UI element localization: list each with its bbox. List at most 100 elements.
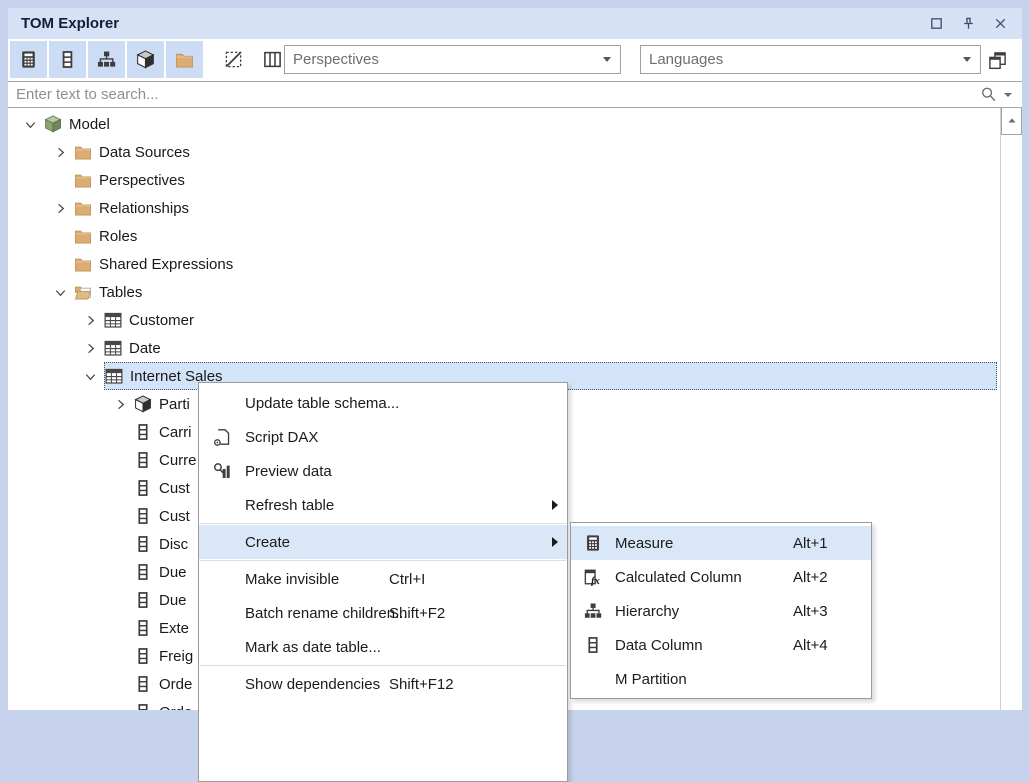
expand-collapse-all-button[interactable]	[984, 47, 1010, 73]
menu-item-show-dependencies[interactable]: Show dependencies Shift+F12	[199, 667, 567, 701]
calculated-column-icon	[584, 568, 602, 586]
folder-icon	[74, 199, 92, 217]
title-bar: TOM Explorer	[8, 8, 1022, 39]
toggle-hidden-objects-button[interactable]	[215, 41, 252, 78]
search-bar	[8, 81, 1022, 108]
table-icon	[104, 339, 122, 357]
shortcut-label: Ctrl+I	[389, 562, 425, 596]
menu-separator	[200, 560, 566, 561]
tree-item-date[interactable]: Date	[8, 334, 1000, 362]
perspectives-dropdown[interactable]: Perspectives	[284, 45, 621, 74]
tree-item-data-sources[interactable]: Data Sources	[8, 138, 1000, 166]
data-column-icon	[134, 647, 152, 665]
data-column-icon	[134, 479, 152, 497]
toggle-columns-button[interactable]	[49, 41, 86, 78]
measure-icon	[19, 50, 38, 69]
data-column-icon	[134, 563, 152, 581]
partition-icon	[136, 50, 155, 69]
chevron-down-icon	[603, 57, 611, 62]
toggle-folders-button[interactable]	[166, 41, 203, 78]
chevron-down-icon[interactable]	[76, 369, 104, 384]
search-input[interactable]	[8, 86, 980, 103]
tree-item-relationships[interactable]: Relationships	[8, 194, 1000, 222]
chevron-down-icon[interactable]	[16, 117, 44, 132]
submenu-item-measure[interactable]: Measure Alt+1	[571, 526, 871, 560]
menu-item-create[interactable]: Create	[199, 525, 567, 559]
submenu-item-m-partition[interactable]: M Partition	[571, 662, 871, 696]
data-column-icon	[134, 591, 152, 609]
menu-item-make-invisible[interactable]: Make invisible Ctrl+I	[199, 562, 567, 596]
chevron-right-icon[interactable]	[76, 313, 104, 328]
toggle-measures-button[interactable]	[10, 41, 47, 78]
perspectives-dropdown-value: Perspectives	[285, 51, 379, 68]
menu-separator	[200, 523, 566, 524]
tree-item-shared-expressions[interactable]: Shared Expressions	[8, 250, 1000, 278]
shortcut-label: Alt+3	[793, 594, 828, 628]
chevron-right-icon[interactable]	[76, 341, 104, 356]
submenu-item-hierarchy[interactable]: Hierarchy Alt+3	[571, 594, 871, 628]
maximize-button[interactable]	[924, 12, 948, 36]
menu-item-refresh-table[interactable]: Refresh table	[199, 488, 567, 522]
vertical-scrollbar[interactable]	[1000, 108, 1022, 710]
hierarchy-icon	[97, 50, 116, 69]
context-menu: Update table schema... Script DAX Previe…	[198, 382, 568, 782]
diagonal-square-icon	[224, 50, 243, 69]
submenu-item-data-column[interactable]: Data Column Alt+4	[571, 628, 871, 662]
panel-title: TOM Explorer	[8, 15, 119, 32]
tree-item-tables[interactable]: Tables	[8, 278, 1000, 306]
tree-item-model[interactable]: Model	[8, 110, 1000, 138]
toggle-partitions-button[interactable]	[127, 41, 164, 78]
model-icon	[44, 115, 62, 133]
menu-separator	[200, 665, 566, 666]
data-column-icon	[134, 675, 152, 693]
languages-dropdown[interactable]: Languages	[640, 45, 981, 74]
partition-icon	[134, 395, 152, 413]
close-button[interactable]	[988, 12, 1012, 36]
data-column-icon	[584, 636, 602, 654]
submenu-arrow-icon	[552, 500, 558, 510]
chevron-right-icon[interactable]	[106, 397, 134, 412]
shortcut-label: Shift+F2	[389, 596, 445, 630]
chevron-down-icon[interactable]	[46, 285, 74, 300]
toggle-hierarchies-button[interactable]	[88, 41, 125, 78]
chevron-right-icon[interactable]	[46, 145, 74, 160]
tree-item-perspectives[interactable]: Perspectives	[8, 166, 1000, 194]
search-options-chevron-icon[interactable]	[1004, 93, 1012, 97]
menu-item-script-dax[interactable]: Script DAX	[199, 420, 567, 454]
menu-item-batch-rename-children[interactable]: Batch rename children... Shift+F2	[199, 596, 567, 630]
tree-item-customer[interactable]: Customer	[8, 306, 1000, 334]
submenu-arrow-icon	[552, 537, 558, 547]
data-column-icon	[134, 423, 152, 441]
tree-item-roles[interactable]: Roles	[8, 222, 1000, 250]
scroll-up-arrow-icon	[1006, 115, 1018, 127]
submenu-item-calculated-column[interactable]: Calculated Column Alt+2	[571, 560, 871, 594]
shortcut-label: Alt+4	[793, 628, 828, 662]
search-icon[interactable]	[980, 86, 998, 104]
pin-icon	[961, 16, 976, 31]
hierarchy-icon	[584, 602, 602, 620]
measure-icon	[584, 534, 602, 552]
folder-icon	[175, 50, 194, 69]
table-icon	[105, 367, 123, 385]
toolbar: Perspectives Languages	[8, 39, 1022, 81]
shortcut-label: Alt+2	[793, 560, 828, 594]
data-column-icon	[134, 507, 152, 525]
create-submenu: Measure Alt+1 Calculated Column Alt+2 Hi…	[570, 522, 872, 699]
languages-dropdown-value: Languages	[641, 51, 723, 68]
script-dax-icon	[213, 428, 231, 446]
chevron-right-icon[interactable]	[46, 201, 74, 216]
data-column-icon	[58, 50, 77, 69]
preview-data-icon	[213, 462, 231, 480]
open-folder-icon	[74, 283, 92, 301]
folder-icon	[74, 171, 92, 189]
menu-item-mark-as-date-table[interactable]: Mark as date table...	[199, 630, 567, 664]
folder-icon	[74, 255, 92, 273]
pin-button[interactable]	[956, 12, 980, 36]
scroll-up-button[interactable]	[1001, 108, 1022, 135]
menu-item-update-table-schema[interactable]: Update table schema...	[199, 386, 567, 420]
data-column-icon	[134, 703, 152, 710]
shortcut-label: Shift+F12	[389, 667, 454, 701]
table-icon	[104, 311, 122, 329]
menu-item-preview-data[interactable]: Preview data	[199, 454, 567, 488]
cascade-windows-icon	[988, 51, 1007, 70]
